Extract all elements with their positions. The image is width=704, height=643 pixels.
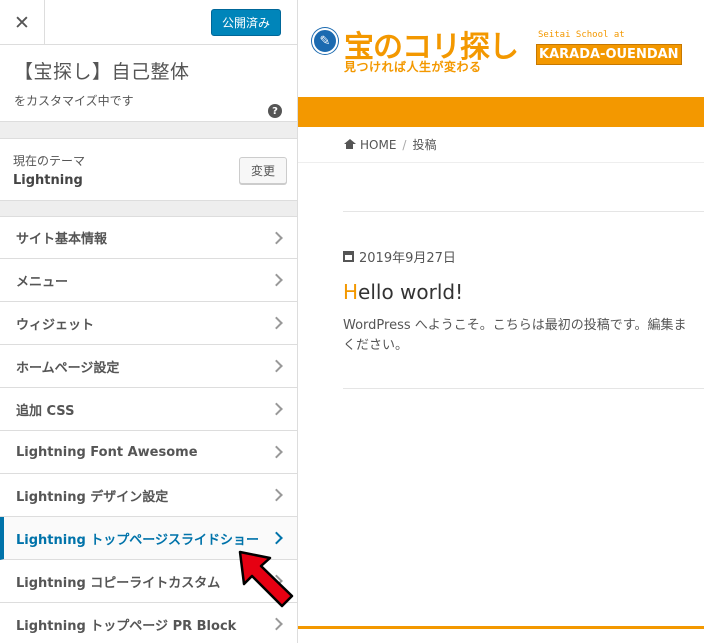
change-theme-button[interactable]: 変更 <box>239 157 287 184</box>
help-icon[interactable]: ? <box>268 104 282 118</box>
divider <box>343 211 704 212</box>
menu-item-widgets[interactable]: ウィジェット <box>0 302 297 345</box>
menu-item-additional-css[interactable]: 追加 CSS <box>0 388 297 431</box>
menu-item-site-identity[interactable]: サイト基本情報 <box>0 216 297 259</box>
breadcrumb: HOME / 投稿 <box>298 127 704 163</box>
close-icon[interactable]: ✕ <box>0 0 45 45</box>
menu-item-font-awesome[interactable]: Lightning Font Awesome <box>0 431 297 474</box>
chevron-right-icon <box>270 445 283 459</box>
post-excerpt-line: WordPress へようこそ。こちらは最初の投稿です。編集ま <box>343 318 687 333</box>
theme-panel: 現在のテーマ Lightning 変更 <box>0 138 297 201</box>
menu-item-label: ウィジェット <box>16 317 95 333</box>
menu-item-label: Lightning Font Awesome <box>16 444 198 460</box>
publish-button[interactable]: 公開済み <box>210 9 281 36</box>
post-date-text: 2019年9月27日 <box>359 251 456 266</box>
logo-school-text: Seitai School at <box>538 30 625 40</box>
chevron-right-icon <box>270 231 283 244</box>
global-nav-bar <box>298 97 704 127</box>
logo-karada-badge: KARADA-OUENDAN <box>536 44 682 65</box>
chevron-right-icon <box>270 617 283 631</box>
post-title-first-letter: H <box>343 280 359 304</box>
menu-item-label: ホームページ設定 <box>16 360 120 376</box>
menu-item-menus[interactable]: メニュー <box>0 259 297 302</box>
menu-item-label: Lightning デザイン設定 <box>16 489 169 505</box>
menu-item-label: Lightning トップページスライドショー <box>16 532 260 548</box>
chevron-right-icon <box>270 359 283 373</box>
site-preview: ✎ 宝のコリ探し 見つければ人生が変わる Seitai School at KA… <box>298 0 704 643</box>
logo-tagline: 見つければ人生が変わる <box>344 60 482 74</box>
breadcrumb-home-link[interactable]: HOME <box>360 138 396 152</box>
post-title[interactable]: Hello world! <box>343 280 463 304</box>
menu-item-label: 追加 CSS <box>16 403 75 419</box>
calendar-icon <box>343 251 354 262</box>
customize-info-panel: 【宝探し】自己整体 をカスタマイズ中です ? <box>0 45 297 122</box>
post-excerpt: WordPress へようこそ。こちらは最初の投稿です。編集ま ください。 <box>343 316 704 356</box>
chevron-right-icon <box>270 402 283 416</box>
post-excerpt-line: ください。 <box>343 338 409 353</box>
chevron-right-icon <box>270 316 283 330</box>
home-icon <box>343 139 356 150</box>
pencil-icon[interactable]: ✎ <box>312 28 338 54</box>
footer-accent-bar <box>298 626 704 629</box>
post-date: 2019年9月27日 <box>343 247 456 266</box>
site-header: ✎ 宝のコリ探し 見つければ人生が変わる Seitai School at KA… <box>298 0 704 97</box>
menu-item-label: Lightning トップページ PR Block <box>16 618 237 634</box>
menu-item-homepage-settings[interactable]: ホームページ設定 <box>0 345 297 388</box>
menu-item-label: Lightning コピーライトカスタム <box>16 575 221 591</box>
menu-item-label: サイト基本情報 <box>16 232 108 247</box>
divider <box>343 388 704 389</box>
customizer-header: ✕ 公開済み <box>0 0 297 45</box>
customizing-label: をカスタマイズ中です <box>14 94 134 108</box>
chevron-right-icon <box>270 531 283 545</box>
chevron-right-icon <box>270 273 283 287</box>
chevron-right-icon <box>270 488 283 502</box>
breadcrumb-current: 投稿 <box>412 138 437 152</box>
breadcrumb-separator: / <box>402 137 407 152</box>
site-title: 【宝探し】自己整体 <box>14 61 190 83</box>
annotation-arrow-icon <box>238 550 294 608</box>
menu-item-design-settings[interactable]: Lightning デザイン設定 <box>0 474 297 517</box>
post-title-rest: ello world! <box>358 280 464 304</box>
menu-item-label: メニュー <box>16 274 69 290</box>
customizer-sidebar: ✕ 公開済み 【宝探し】自己整体 をカスタマイズ中です ? 現在のテーマ Lig… <box>0 0 298 643</box>
site-logo[interactable]: ✎ 宝のコリ探し 見つければ人生が変わる Seitai School at KA… <box>312 24 682 74</box>
